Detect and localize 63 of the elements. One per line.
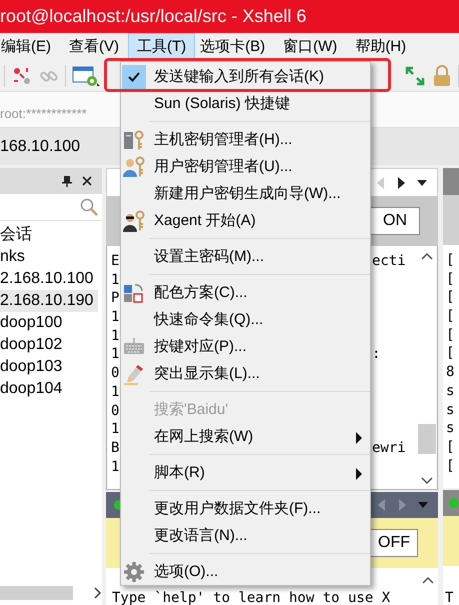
terminal-text: s (446, 382, 454, 401)
terminal-text: [ (446, 307, 454, 326)
menu-item[interactable]: 设置主密码(M)... (121, 243, 370, 270)
terminal-text: [ (446, 438, 454, 457)
tree-item[interactable]: 会话 (0, 224, 98, 246)
menu-item[interactable]: 选项(O)... (121, 558, 370, 585)
menu-item[interactable]: 选项卡(B) (199, 33, 274, 60)
menu-item[interactable]: 窗口(W) (282, 33, 346, 60)
menu-item[interactable]: 用户密钥管理者(U)... (121, 153, 370, 180)
terminal-text: : (372, 345, 380, 364)
terminal-text: [ (446, 344, 454, 364)
terminal-text: Type `help' to learn how to use X (112, 591, 392, 605)
terminal-text: s (446, 400, 454, 420)
menu-item[interactable]: 在网上搜索(W) (121, 423, 370, 450)
toggle-button[interactable]: OFF (370, 529, 418, 557)
terminal-text: 1 (111, 270, 120, 290)
tree-item[interactable]: nks (0, 246, 98, 268)
menu-item[interactable]: 更改语言(N)... (121, 522, 370, 549)
menu-item[interactable]: 主机密钥管理者(H)... (121, 126, 370, 153)
terminal-text: E (111, 252, 120, 271)
menu-item[interactable]: 帮助(H) (354, 33, 416, 60)
terminal-text: [ (446, 288, 454, 308)
menu-item[interactable]: 查看(V) (68, 33, 128, 60)
terminal-text: 1 (111, 308, 120, 327)
terminal-text: s (446, 419, 454, 438)
address-text: root:************ (0, 106, 87, 121)
terminal-text: [ (446, 251, 454, 270)
tree-item[interactable]: doop103 (0, 356, 98, 378)
terminal-text: 1 (111, 326, 120, 346)
menu-item[interactable]: 脚本(R) (121, 459, 370, 486)
terminal-text: [ (446, 270, 454, 288)
terminal-text: 8 (446, 363, 454, 382)
menu-item[interactable]: 配色方案(C)... (121, 279, 370, 306)
menu-item[interactable]: 突出显示集(L)... (121, 360, 370, 387)
menu-item[interactable]: 新建用户密钥生成向导(W)... (121, 180, 370, 207)
terminal-text: [ (446, 456, 454, 476)
terminal-text: ewri (372, 438, 406, 458)
terminal-text: B (111, 438, 120, 458)
tree-item[interactable]: 2.168.10.100 (0, 268, 98, 290)
tree-item[interactable]: doop100 (0, 312, 98, 334)
tree-item[interactable]: 2.168.10.190 (0, 290, 98, 312)
menu-item[interactable]: Sun (Solaris) 快捷键 (121, 90, 370, 117)
terminal-text: 0 (111, 364, 120, 383)
terminal-text: 0 (111, 402, 120, 420)
terminal-text: 1 (111, 382, 120, 402)
terminal-text: ecti (372, 252, 406, 271)
tree-item[interactable]: doop102 (0, 334, 98, 356)
tree-item[interactable]: doop104 (0, 378, 98, 400)
menu-item[interactable]: 更改用户数据文件夹(F)... (121, 495, 370, 522)
menu-item[interactable]: 快速命令集(Q)... (121, 306, 370, 333)
terminal-text: T (445, 591, 454, 605)
session-tab[interactable]: 168.10.100 (0, 138, 80, 156)
terminal-text: 1 (111, 345, 120, 364)
menu-item[interactable]: 按键对应(P)... (121, 333, 370, 360)
menu-item[interactable]: Xagent 开始(A) (121, 207, 370, 234)
terminal-text: 1 (111, 420, 120, 439)
menu-item[interactable]: 编辑(E) (0, 33, 60, 60)
menu-item[interactable]: 工具(T) (128, 33, 196, 60)
terminal-text: P (111, 289, 120, 308)
terminal-text: 1 (111, 458, 120, 476)
toggle-button[interactable]: ON (370, 207, 420, 235)
window-title: root@localhost:/usr/local/src - Xshell 6 (0, 6, 306, 27)
terminal-text: [ (446, 326, 454, 344)
